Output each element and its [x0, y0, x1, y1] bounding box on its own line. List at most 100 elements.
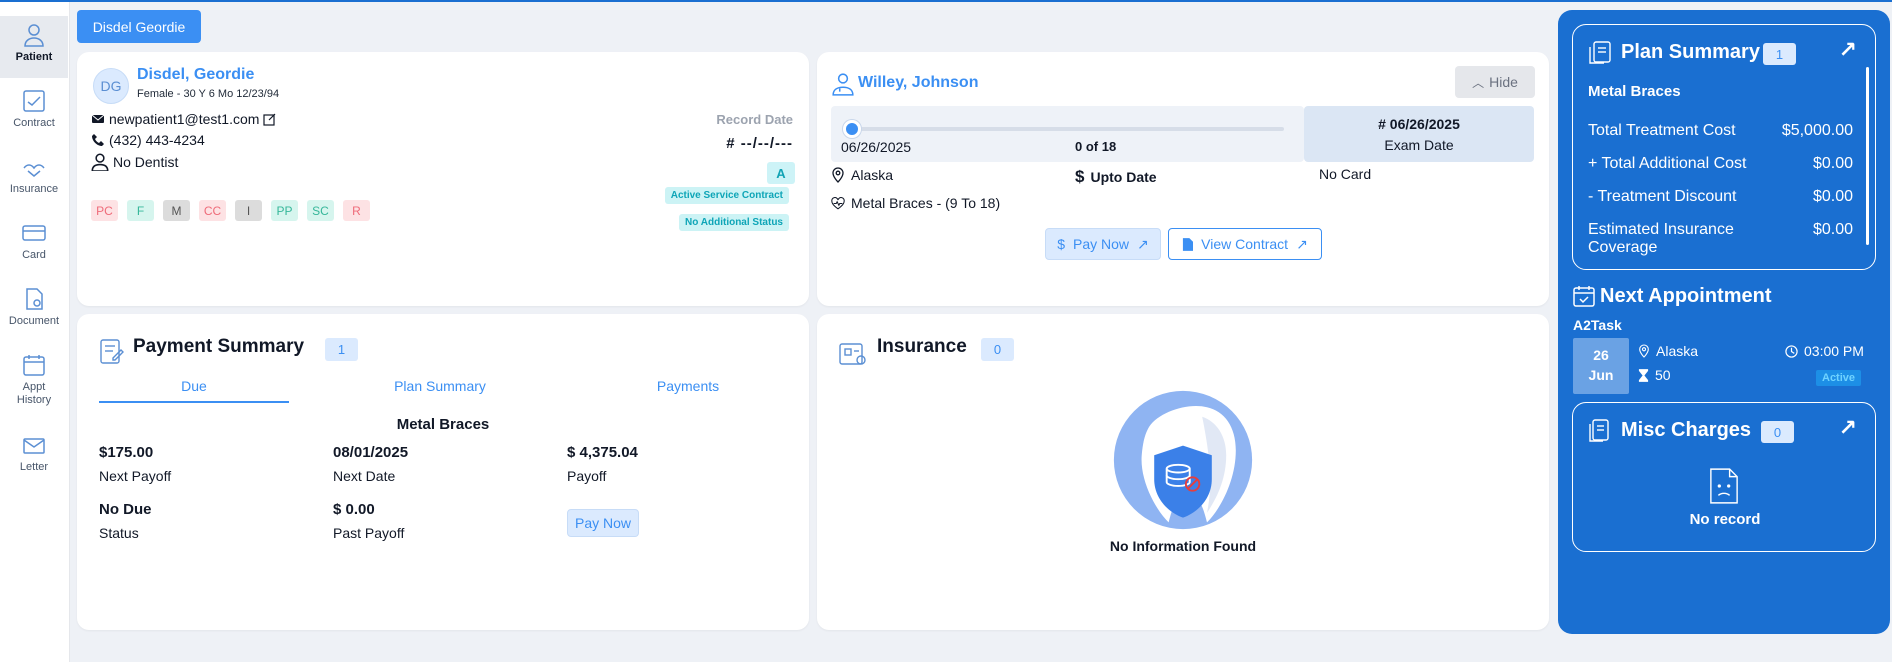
heart-pulse-icon: [831, 196, 845, 209]
patient-phone: (432) 443-4234: [109, 132, 205, 148]
calendar-icon: [23, 355, 45, 376]
plan-row-label: - Treatment Discount: [1588, 188, 1737, 205]
location-pin-icon: [1639, 344, 1649, 358]
additional-status-badge: No Additional Status: [679, 214, 789, 231]
status-label: Status: [99, 525, 139, 541]
next-appointment-title: Next Appointment: [1600, 285, 1772, 307]
dentist-icon: [91, 153, 109, 171]
insurance-empty-text: No Information Found: [1109, 538, 1257, 554]
plan-name: Metal Braces: [396, 416, 490, 433]
nav-item-card[interactable]: Card: [0, 214, 68, 276]
nav-label: Insurance: [9, 183, 59, 195]
hide-button[interactable]: ︿ Hide: [1455, 66, 1535, 98]
nav-label: Contract: [13, 117, 55, 129]
document-icon: [1183, 237, 1194, 251]
chevron-up-icon: ︿: [1472, 75, 1485, 90]
external-link-icon: ↗: [1137, 235, 1149, 252]
misc-charges-icon: [1589, 419, 1609, 442]
chip-pc[interactable]: PC: [91, 200, 118, 221]
nav-item-document[interactable]: Document: [0, 280, 68, 342]
nav-item-insurance[interactable]: Insurance: [0, 148, 68, 210]
past-payoff-value: $ 0.00: [333, 501, 375, 518]
progress-date: 06/26/2025: [841, 139, 912, 155]
plan-name: Metal Braces: [1588, 83, 1681, 100]
appointment-location: Alaska: [1656, 343, 1699, 359]
expand-arrow-icon[interactable]: ↗: [1839, 415, 1857, 441]
nav-item-appt-history[interactable]: Appt History: [0, 346, 68, 422]
chip-pp[interactable]: PP: [271, 200, 298, 221]
insurance-count: 0: [981, 338, 1014, 361]
chip-f[interactable]: F: [127, 200, 154, 221]
chip-r[interactable]: R: [343, 200, 370, 221]
plan-row-value: $0.00: [1812, 155, 1853, 172]
view-contract-button[interactable]: View Contract ↗: [1168, 228, 1322, 260]
insurance-card-icon: [839, 343, 866, 365]
plan-row-label: Estimated Insurance Coverage: [1588, 221, 1734, 256]
next-date-label: Next Date: [333, 468, 396, 484]
patient-card: DG Disdel, Geordie Female - 30 Y 6 Mo 12…: [77, 52, 809, 306]
plan-summary-scrollbar[interactable]: [1866, 67, 1869, 245]
chip-m[interactable]: M: [163, 200, 190, 221]
plan-row-label: + Total Additional Cost: [1588, 155, 1747, 172]
left-navigation: Patient Contract Insurance Card Document…: [0, 2, 70, 662]
appointment-time-row: 03:00 PM: [1785, 343, 1864, 359]
treatment-text: Metal Braces - (9 To 18): [851, 195, 1001, 211]
misc-charges-title: Misc Charges: [1621, 419, 1752, 441]
location-text: Alaska: [851, 167, 894, 183]
email-row: newpatient1@test1.com: [91, 111, 277, 127]
pay-now-button[interactable]: $ Pay Now ↗: [1045, 228, 1161, 260]
chip-i[interactable]: I: [235, 200, 262, 221]
clock-icon: [1785, 344, 1798, 358]
appointment-duration: 50: [1655, 367, 1671, 383]
envelope-icon: [91, 114, 105, 123]
appointment-status-badge: Active: [1816, 370, 1862, 386]
progress-thumb[interactable]: [843, 120, 861, 138]
insurance-card: Insurance 0 No Information Found: [817, 314, 1549, 630]
patient-tab[interactable]: Disdel Geordie: [77, 10, 201, 43]
pay-now-button[interactable]: Pay Now: [567, 509, 639, 537]
treatment-row: Metal Braces - (9 To 18): [831, 195, 1000, 211]
appointment-date-box[interactable]: 26 Jun: [1573, 338, 1629, 394]
chip-sc[interactable]: SC: [307, 200, 334, 221]
insurance-icon: [23, 164, 45, 177]
payment-status-row: $ Upto Date: [1075, 167, 1157, 187]
doctor-icon: [832, 73, 854, 96]
edit-icon[interactable]: [263, 112, 277, 126]
location-pin-icon: [832, 167, 844, 183]
appointment-duration-row: 50: [1638, 367, 1671, 383]
next-date-value: 08/01/2025: [333, 444, 409, 461]
patient-name[interactable]: Disdel, Geordie: [137, 66, 254, 84]
tab-payments[interactable]: Payments: [593, 378, 783, 394]
active-tab-indicator: [99, 401, 289, 403]
appointment-location-row: Alaska: [1638, 343, 1698, 359]
location-row: Alaska: [831, 167, 893, 183]
misc-charges-count: 0: [1761, 421, 1794, 443]
nav-label: Appt History: [16, 381, 52, 406]
plan-row-label: Total Treatment Cost: [1588, 122, 1736, 139]
nav-item-letter[interactable]: Letter: [0, 426, 68, 488]
exam-date-box: # 06/26/2025 Exam Date: [1304, 106, 1534, 162]
card-status-text: No Card: [1319, 166, 1372, 182]
chip-cc[interactable]: CC: [199, 200, 226, 221]
plan-row-value: $5,000.00: [1781, 122, 1853, 139]
status-chips: PC F M CC I PP SC R: [91, 200, 370, 221]
nav-item-patient[interactable]: Patient: [0, 16, 68, 78]
expand-arrow-icon[interactable]: ↗: [1839, 37, 1857, 63]
appointment-task: A2Task: [1573, 317, 1622, 333]
nav-item-contract[interactable]: Contract: [0, 82, 68, 144]
progress-track: [851, 127, 1284, 131]
payoff-value: $ 4,375.04: [567, 444, 638, 461]
hide-label: Hide: [1489, 74, 1518, 90]
payment-summary-icon: [100, 339, 124, 364]
patient-dentist: No Dentist: [113, 154, 179, 170]
provider-name[interactable]: Willey, Johnson: [858, 74, 978, 92]
tab-plan-summary[interactable]: Plan Summary: [345, 378, 535, 394]
avatar: DG: [93, 68, 129, 104]
card-status-row: No Card: [1319, 166, 1371, 182]
payoff-label: Payoff: [567, 468, 607, 484]
phone-row: (432) 443-4234: [91, 132, 205, 148]
treatment-progress: 06/26/2025 0 of 18: [831, 106, 1304, 162]
tab-due[interactable]: Due: [99, 378, 289, 394]
patient-details: Female - 30 Y 6 Mo 12/23/94: [137, 88, 280, 100]
right-summary-panel: Plan Summary 1 ↗ Metal Braces Total Trea…: [1558, 10, 1890, 634]
